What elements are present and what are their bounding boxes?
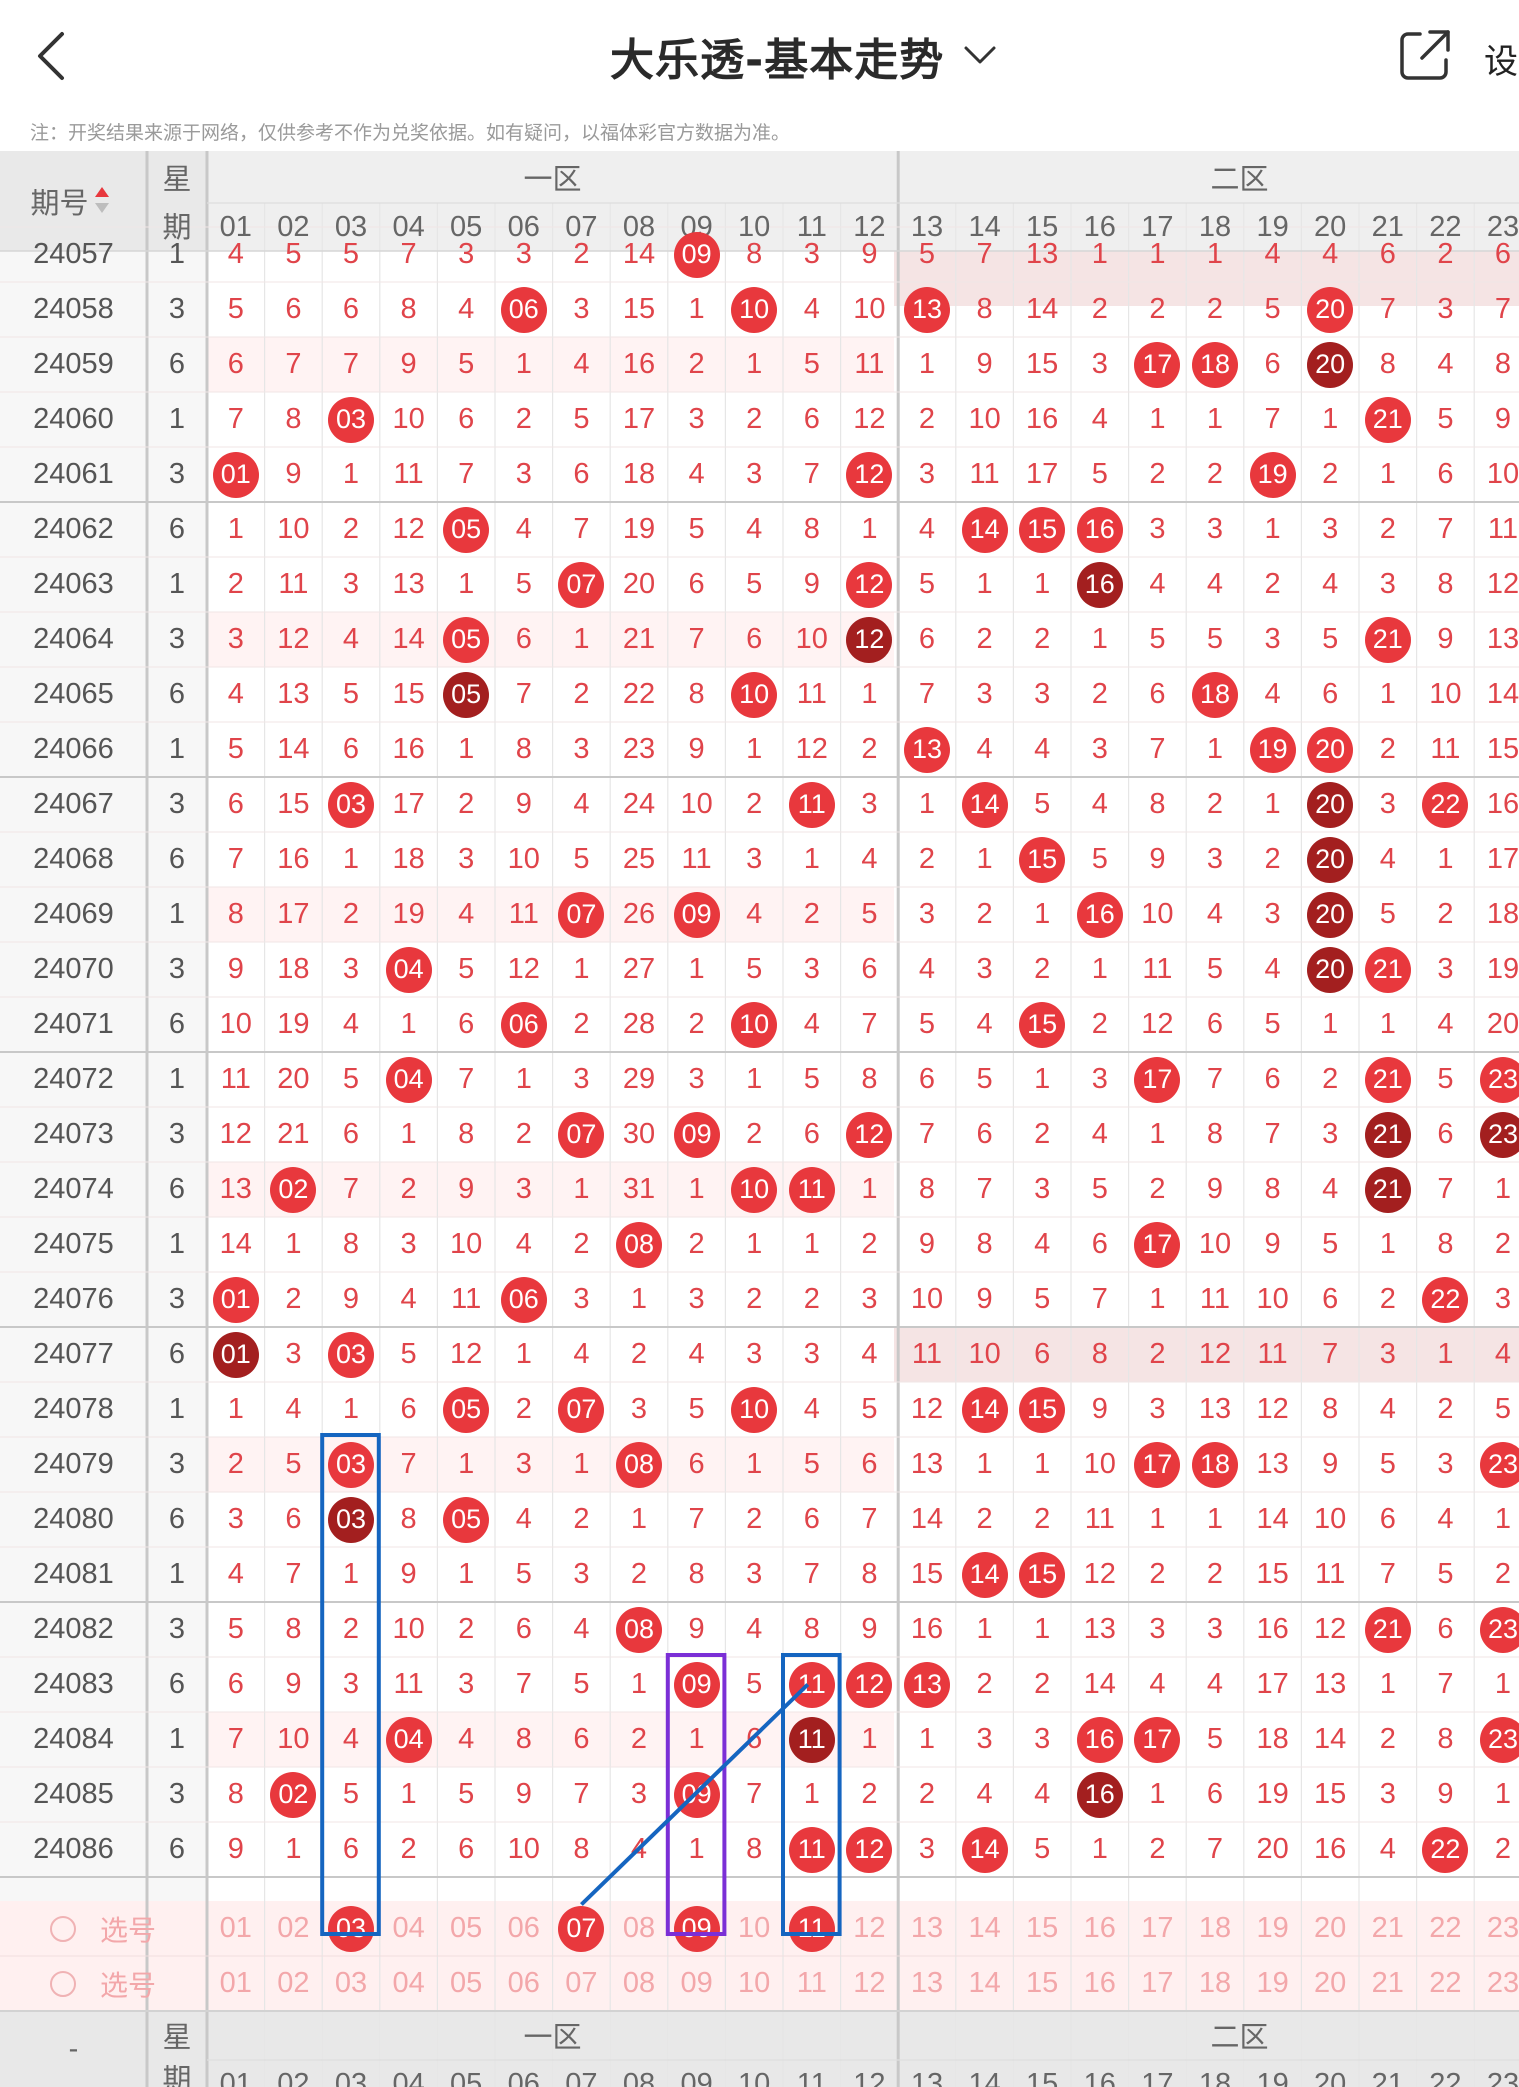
back-arrow-icon[interactable] <box>28 26 78 86</box>
trend-table: 期号星期一区 二区 01 02 03 04 05 06 07 08 09 10 11 12 13 14 15 16… <box>0 151 1519 2087</box>
page-title[interactable]: 大乐透-基本走势 <box>610 24 944 88</box>
annotation-layer <box>320 1433 842 1936</box>
top-bar: 大乐透-基本走势 设 <box>0 0 1519 112</box>
column-highlight-box <box>781 1653 842 1936</box>
diagonal-trend-line <box>580 1683 810 1906</box>
disclaimer-note: 注：开奖结果来源于网络，仅供参考不作为兑奖依据。如有疑问，以福体彩官方数据为准。 <box>30 122 791 144</box>
settings-button[interactable]: 设 <box>1484 34 1518 83</box>
chevron-down-icon[interactable] <box>962 42 998 68</box>
column-highlight-box <box>320 1433 381 1936</box>
share-icon[interactable] <box>1398 28 1452 82</box>
